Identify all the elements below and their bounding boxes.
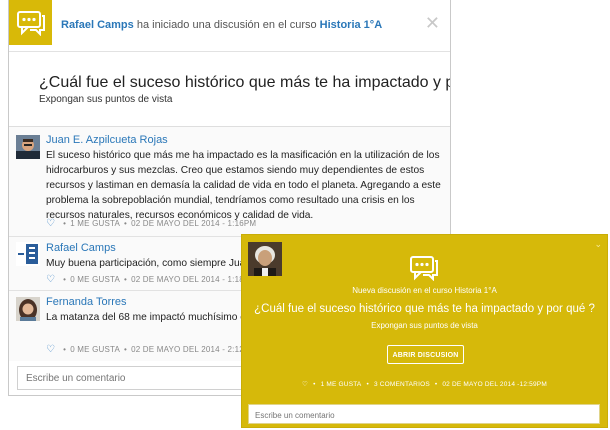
discussion-icon [408, 255, 440, 286]
avatar[interactable] [16, 297, 40, 321]
avatar[interactable] [16, 242, 40, 266]
like-count: 0 ME GUSTA [70, 275, 121, 284]
comment-author[interactable]: Fernanda Torres [46, 296, 127, 308]
heart-icon[interactable]: ♡ [46, 344, 55, 355]
comment-date: 02 DE MAYO DEL 2014 - 1:18PM [131, 275, 257, 284]
comment-author[interactable]: Juan E. Azpilcueta Rojas [46, 134, 168, 146]
open-discussion-button[interactable]: ABRIR DISCUSION [387, 345, 464, 364]
comment-meta: ♡ • 0 ME GUSTA • 02 DE MAYO DEL 2014 - 1:18P… [46, 274, 257, 285]
like-count: 0 ME GUSTA [70, 345, 121, 354]
notification-meta: ♡ • 1 ME GUSTA • 3 COMENTARIOS • 02 DE MAYO DE… [302, 381, 547, 388]
like-count: 1 ME GUSTA [70, 219, 121, 228]
heart-icon[interactable]: ♡ [46, 274, 55, 285]
notification-comment-input[interactable] [248, 404, 600, 425]
close-icon[interactable]: ✕ [425, 14, 440, 32]
notification-subtitle: Expongan sus puntos de vista [371, 321, 478, 330]
avatar [248, 242, 282, 276]
comment-meta: ♡ • 0 ME GUSTA • 02 DE MAYO DEL 2014 - 2:12P… [46, 344, 257, 355]
author-link[interactable]: Rafael Camps [61, 19, 134, 31]
notification-date: 02 DE MAYO DEL 2014 -12:59PM [442, 381, 547, 388]
notification-comment-field[interactable] [249, 406, 599, 425]
discussion-question: ¿Cuál fue el suceso histórico que más te… [39, 74, 450, 91]
discussion-header-text: Rafael Camps ha iniciado una discusión e… [61, 19, 382, 31]
comment-item: Juan E. Azpilcueta Rojas El suceso histó… [9, 127, 450, 237]
notification-label: Nueva discusión en el curso Historia 1°A [352, 286, 497, 295]
discussion-icon [9, 0, 52, 45]
comment-date: 02 DE MAYO DEL 2014 - 1:16PM [131, 219, 257, 228]
comment-count: 3 COMENTARIOS [373, 381, 430, 388]
comment-body: El suceso histórico que más me ha impact… [46, 150, 441, 221]
discussion-subtitle: Expongan sus puntos de vista [39, 94, 173, 105]
like-count: 1 ME GUSTA [320, 381, 362, 388]
avatar[interactable] [16, 135, 40, 159]
heart-icon[interactable]: ♡ [46, 218, 55, 229]
chevron-down-icon[interactable]: ⌄ [594, 239, 602, 250]
comment-date: 02 DE MAYO DEL 2014 - 2:12PM [131, 345, 257, 354]
heart-icon[interactable]: ♡ [302, 381, 308, 388]
action-text: ha iniciado una discusión en el curso [136, 19, 317, 31]
comment-author[interactable]: Rafael Camps [46, 242, 116, 254]
discussion-header: Rafael Camps ha iniciado una discusión e… [9, 0, 450, 52]
notification-question: ¿Cuál fue el suceso histórico que más te… [254, 303, 595, 315]
notification-popup: ⌄ Nueva discusión en el curso Historia 1… [241, 234, 608, 428]
comment-meta: ♡ • 1 ME GUSTA • 02 DE MAYO DEL 2014 - 1:16P… [46, 218, 257, 229]
course-link[interactable]: Historia 1°A [320, 19, 382, 31]
